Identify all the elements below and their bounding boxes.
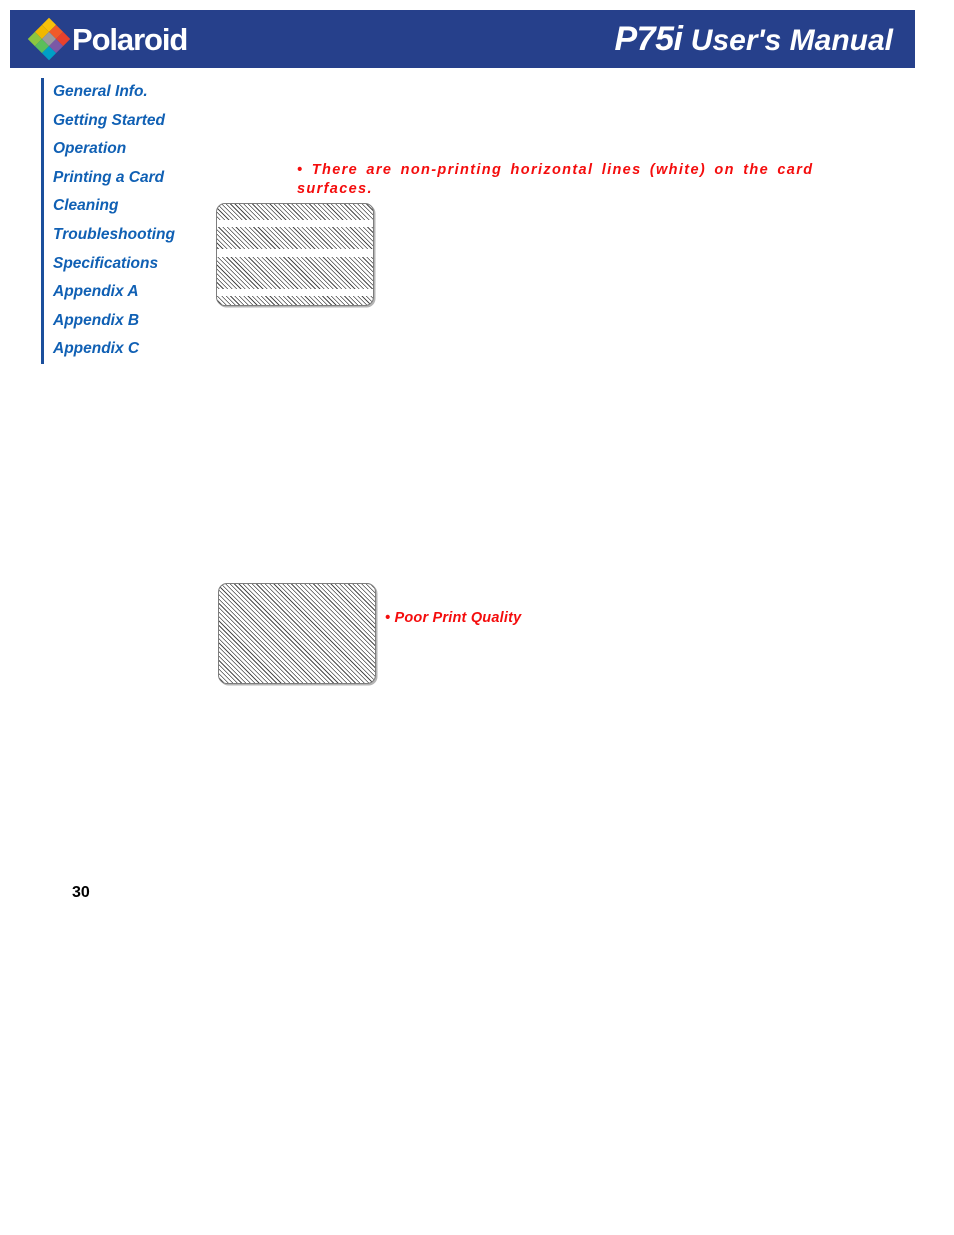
page-title-model: P75i	[614, 20, 683, 58]
sidebar-item-specifications[interactable]: Specifications	[53, 250, 241, 279]
sidebar-item-appendix-a[interactable]: Appendix A	[53, 278, 241, 307]
sidebar-item-cleaning[interactable]: Cleaning	[53, 192, 241, 221]
sidebar-item-operation[interactable]: Operation	[53, 135, 241, 164]
sidebar-item-troubleshooting[interactable]: Troubleshooting	[53, 221, 241, 250]
note-non-printing-lines: • There are non-printing horizontal line…	[297, 162, 814, 197]
note-poor-print-quality: • Poor Print Quality	[385, 610, 522, 626]
sidebar-item-appendix-b[interactable]: Appendix B	[53, 307, 241, 336]
card-sample-non-printing-lines	[216, 203, 374, 306]
page-title-suffix: User's Manual	[682, 24, 893, 57]
page-number: 30	[72, 884, 90, 901]
card-sample-poor-print-quality	[218, 583, 376, 684]
sidebar-item-appendix-c[interactable]: Appendix C	[53, 335, 241, 364]
polaroid-diamond-logo-icon	[27, 17, 71, 61]
sidebar-item-general-info[interactable]: General Info.	[53, 78, 241, 107]
sidebar-nav: General Info. Getting Started Operation …	[41, 78, 241, 364]
white-line-band	[217, 249, 373, 257]
page-title: P75i User's Manual	[615, 18, 894, 62]
sidebar-item-getting-started[interactable]: Getting Started	[53, 107, 241, 136]
sidebar-item-printing-a-card[interactable]: Printing a Card	[53, 164, 241, 193]
brand-wordmark: Polaroid	[72, 21, 188, 57]
page-header: Polaroid P75i User's Manual	[10, 10, 915, 68]
polaroid-logo: Polaroid	[27, 15, 206, 63]
white-line-band	[217, 289, 373, 296]
white-line-band	[217, 220, 373, 227]
